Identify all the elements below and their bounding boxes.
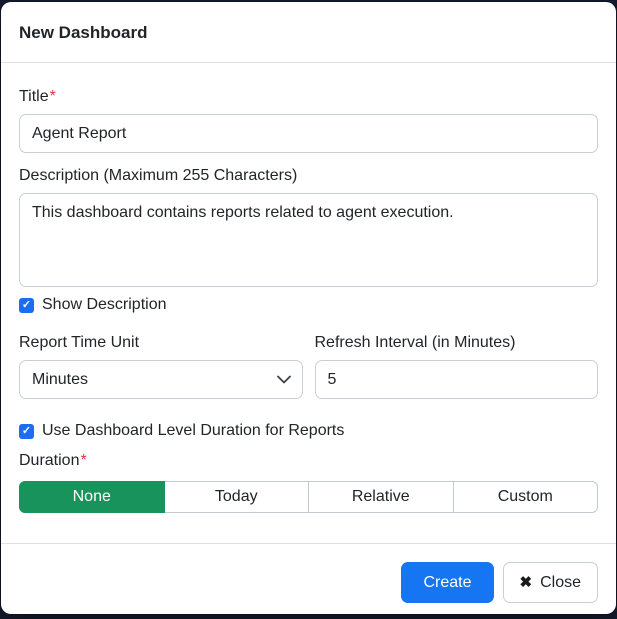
modal-body: Title* Description (Maximum 255 Characte… — [1, 63, 616, 543]
use-dashboard-duration-row: ✓ Use Dashboard Level Duration for Repor… — [19, 422, 598, 440]
duration-option-today[interactable]: Today — [164, 481, 309, 513]
close-button-label: Close — [540, 573, 581, 591]
duration-button-group: None Today Relative Custom — [19, 481, 598, 513]
modal-header: New Dashboard — [1, 2, 616, 63]
title-label: Title* — [19, 88, 56, 105]
description-textarea[interactable]: This dashboard contains reports related … — [19, 193, 598, 287]
report-time-unit-label: Report Time Unit — [19, 334, 140, 351]
use-dashboard-duration-checkbox[interactable]: ✓ — [19, 423, 34, 439]
modal-footer: Create ✖ Close — [1, 543, 616, 614]
create-button[interactable]: Create — [401, 562, 494, 603]
show-description-label: Show Description — [42, 296, 167, 313]
duration-label: Duration* — [19, 452, 87, 469]
duration-option-relative[interactable]: Relative — [309, 481, 454, 513]
description-label: Description (Maximum 255 Characters) — [19, 167, 298, 184]
title-input[interactable] — [19, 114, 598, 153]
show-description-row: ✓ Show Description — [19, 296, 598, 314]
required-asterisk: * — [49, 88, 56, 105]
required-asterisk: * — [80, 452, 87, 469]
report-time-unit-value[interactable] — [19, 360, 303, 399]
refresh-interval-group: Refresh Interval (in Minutes) — [314, 334, 598, 399]
show-description-checkbox[interactable]: ✓ — [19, 297, 34, 313]
new-dashboard-modal: New Dashboard Title* Description (Maximu… — [1, 2, 616, 614]
use-dashboard-duration-label: Use Dashboard Level Duration for Reports — [42, 422, 345, 439]
close-button[interactable]: ✖ Close — [502, 562, 598, 603]
report-time-unit-group: Report Time Unit — [19, 334, 303, 399]
refresh-interval-input[interactable] — [314, 360, 598, 399]
description-field-group: Description (Maximum 255 Characters) Thi… — [19, 167, 598, 287]
title-field-group: Title* — [19, 88, 598, 153]
time-settings-row: Report Time Unit Refresh Interval (in Mi… — [19, 334, 598, 399]
duration-option-custom[interactable]: Custom — [453, 481, 598, 513]
modal-title: New Dashboard — [19, 23, 148, 42]
duration-option-none[interactable]: None — [19, 481, 165, 513]
close-x-icon: ✖ — [519, 574, 533, 591]
refresh-interval-label: Refresh Interval (in Minutes) — [314, 334, 516, 351]
report-time-unit-select[interactable] — [19, 360, 303, 399]
